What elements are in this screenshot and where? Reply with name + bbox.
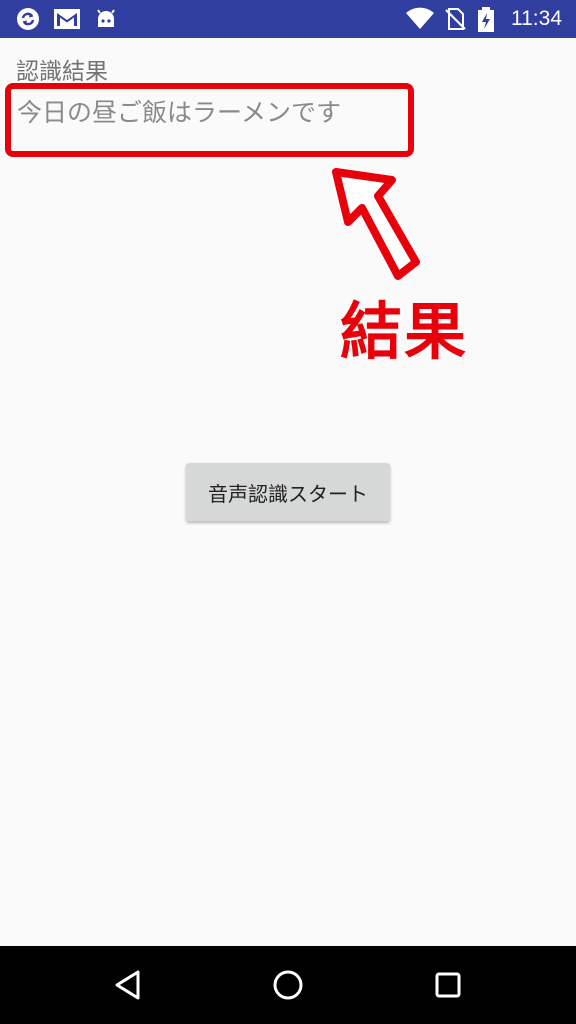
speech-recognition-start-button[interactable]: 音声認識スタート	[186, 463, 390, 521]
screen: 11:34 認識結果 今日の昼ご飯はラーメンです 結果 音声認識スタート	[0, 0, 576, 1024]
status-time: 11:34	[511, 7, 562, 30]
gmail-icon	[53, 7, 81, 31]
recents-icon[interactable]	[428, 965, 468, 1005]
annotation-highlight-box	[5, 83, 414, 157]
no-sim-icon	[443, 7, 467, 31]
annotation-label: 結果	[340, 295, 469, 368]
battery-charging-icon	[476, 7, 496, 32]
back-icon[interactable]	[108, 965, 148, 1005]
sync-icon	[16, 7, 40, 31]
wifi-icon	[405, 7, 435, 31]
status-bar: 11:34	[0, 0, 576, 38]
navigation-bar	[0, 946, 576, 1024]
android-debug-icon	[94, 7, 118, 31]
annotation-arrow-icon	[332, 168, 420, 280]
home-icon[interactable]	[268, 965, 308, 1005]
